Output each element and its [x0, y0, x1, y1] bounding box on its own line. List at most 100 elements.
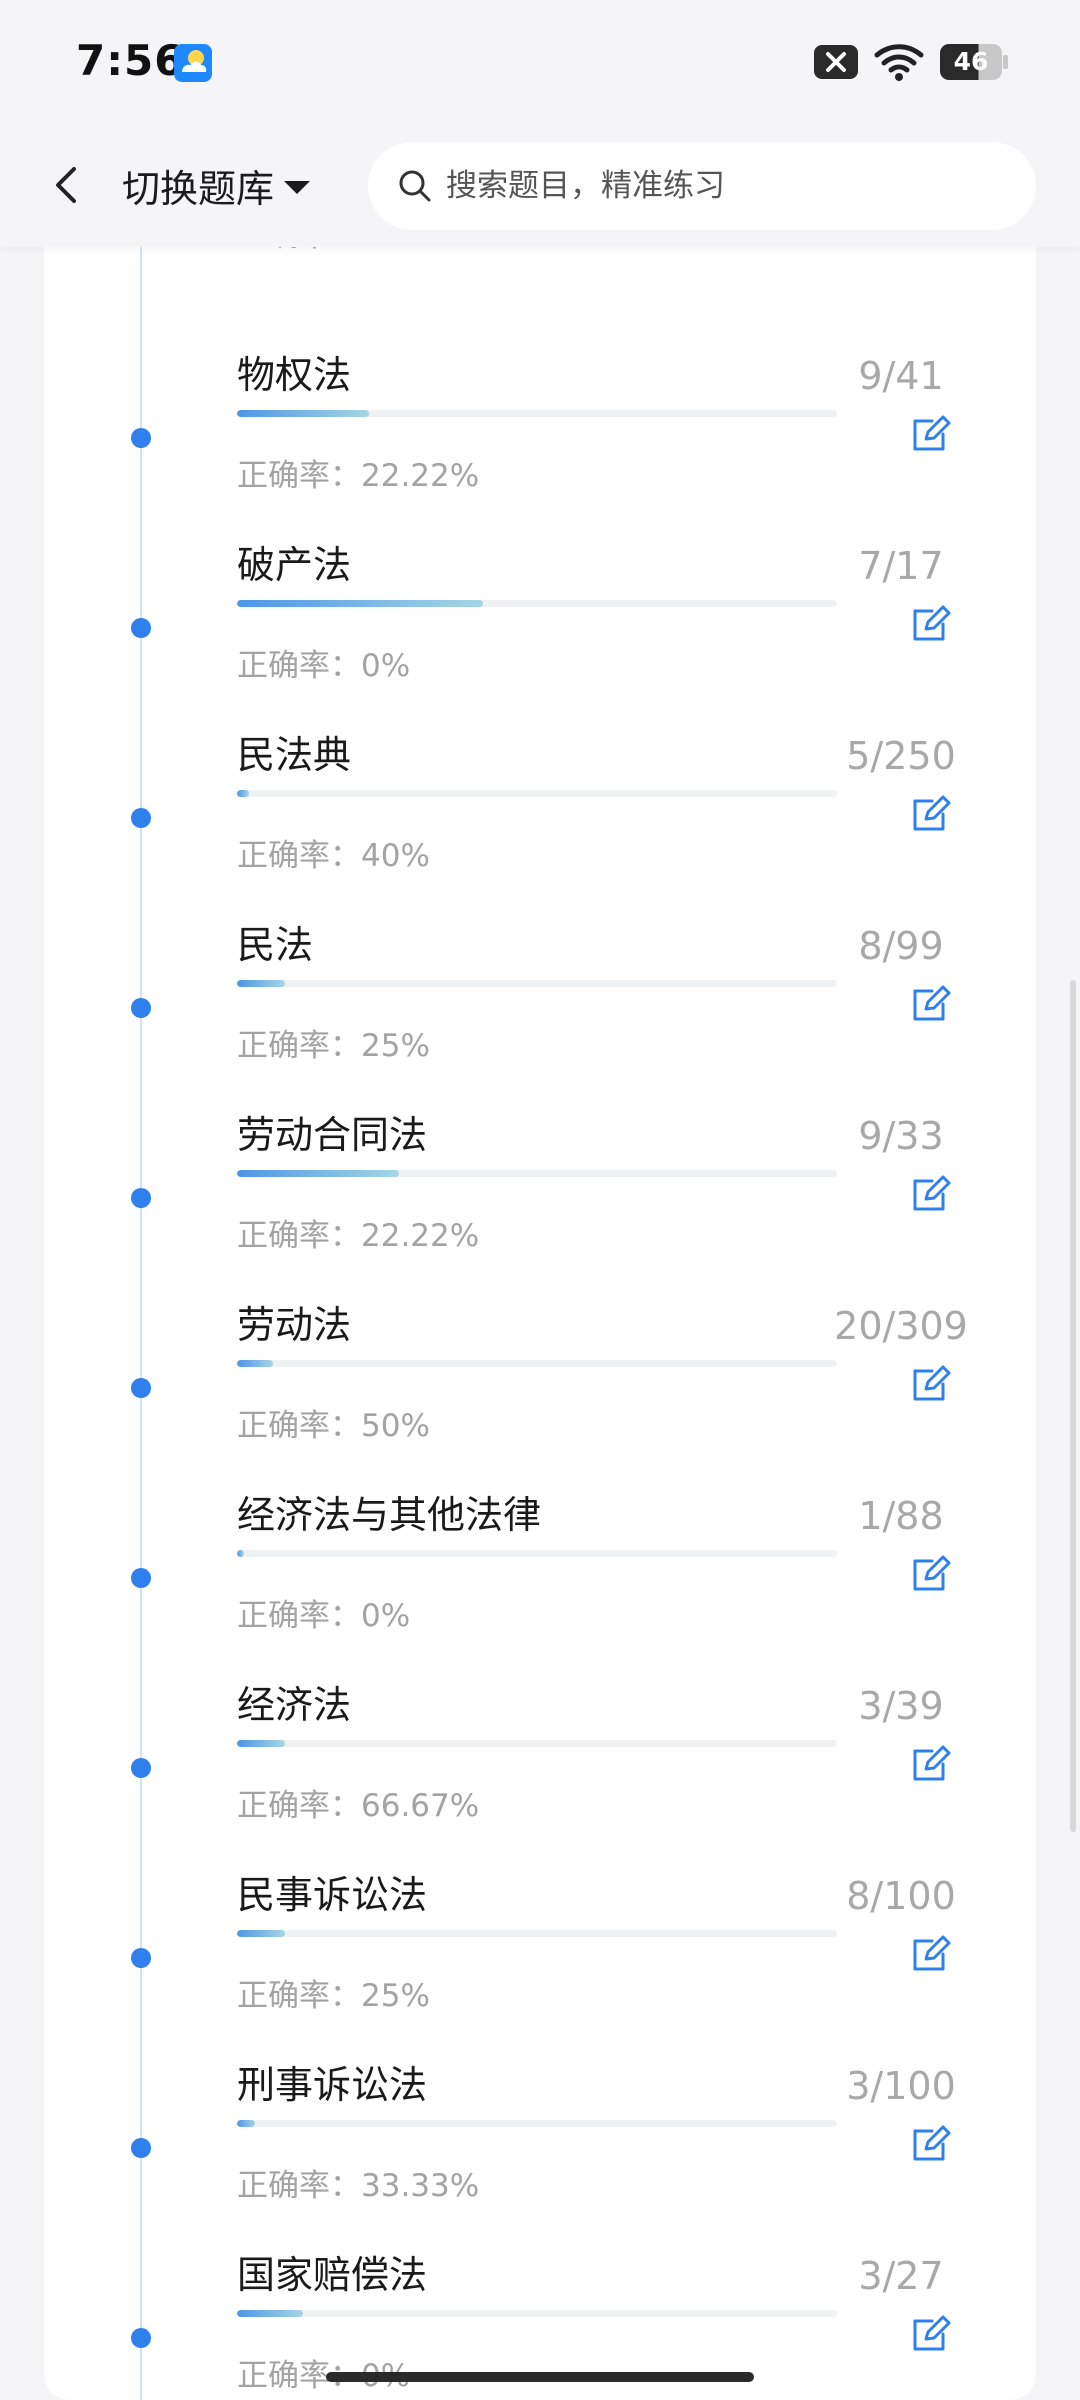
chapter-title: 民法典: [237, 733, 352, 777]
accuracy-line: 正确率：33.33%: [237, 2160, 479, 2205]
chapter-item[interactable]: 物权法 正确率：22.22% 9/41: [44, 344, 1036, 534]
search-bar[interactable]: [368, 142, 1036, 230]
accuracy-line: 正确率：66.67%: [237, 1780, 479, 1825]
progress-fill: [237, 410, 369, 417]
accuracy-line: 正确率：22.22%: [237, 1210, 479, 1255]
progress-fill: [237, 1170, 399, 1177]
status-bar: 7:56 46: [0, 0, 1080, 125]
scrollbar[interactable]: [1070, 980, 1076, 1832]
progress-bar: [237, 2120, 837, 2127]
edit-icon: [913, 1745, 951, 1781]
progress-bar: [237, 1740, 837, 1747]
timeline-dot: [131, 1188, 151, 1208]
progress-count: 8/100: [846, 1874, 956, 1918]
wifi-icon: [874, 42, 924, 82]
chapter-title: 经济法: [237, 1683, 352, 1727]
chapter-title: 经济法与其他法律: [237, 1493, 542, 1537]
edit-button[interactable]: [908, 790, 954, 836]
edit-button[interactable]: [908, 2310, 954, 2356]
search-icon: [399, 170, 431, 202]
chevron-left-icon: [56, 167, 76, 203]
chapter-item[interactable]: 经济法与其他法律 正确率：0% 1/88: [44, 1484, 1036, 1674]
notification-close-icon: [814, 45, 858, 79]
accuracy-label: 正确率：: [237, 1408, 361, 1444]
progress-count: 7/17: [858, 544, 944, 588]
edit-button[interactable]: [908, 1930, 954, 1976]
accuracy-line: 正确率：0%: [237, 640, 410, 685]
progress-fill: [237, 2120, 255, 2127]
edit-button[interactable]: [908, 1550, 954, 1596]
accuracy-label: 正确率：: [237, 1788, 361, 1824]
progress-fill: [237, 790, 249, 797]
edit-button[interactable]: [908, 980, 954, 1026]
chapter-item[interactable]: 民法 正确率：25% 8/99: [44, 914, 1036, 1104]
progress-count: 9/33: [858, 1114, 944, 1158]
progress-bar: [237, 600, 837, 607]
edit-button[interactable]: [908, 2120, 954, 2166]
status-time: 7:56: [76, 36, 185, 85]
progress-fill: [237, 1550, 245, 1557]
progress-fill: [237, 1360, 273, 1367]
timeline-dot: [131, 2328, 151, 2348]
accuracy-value: 66.67%: [361, 1788, 480, 1824]
accuracy-label: 正确率：: [237, 2168, 361, 2204]
edit-icon: [913, 795, 951, 831]
accuracy-line: 正确率：22.22%: [237, 450, 479, 495]
edit-button[interactable]: [908, 1170, 954, 1216]
progress-bar: [237, 410, 837, 417]
app-header: 切换题库: [0, 125, 1080, 247]
chapter-item[interactable]: 破产法 正确率：0% 7/17: [44, 534, 1036, 724]
timeline-dot: [131, 1758, 151, 1778]
progress-fill: [237, 1740, 285, 1747]
edit-button[interactable]: [908, 600, 954, 646]
home-indicator[interactable]: [326, 2372, 754, 2382]
progress-bar: [237, 2310, 837, 2317]
timeline-dot: [131, 808, 151, 828]
switch-question-bank-button[interactable]: 切换题库: [122, 155, 311, 215]
progress-bar: [237, 1360, 837, 1367]
edit-icon: [913, 1365, 951, 1401]
chapter-item[interactable]: 刑事诉讼法 正确率：33.33% 3/100: [44, 2054, 1036, 2244]
accuracy-label: 正确率：: [237, 1218, 361, 1254]
edit-icon: [913, 415, 951, 451]
timeline-dot: [131, 1948, 151, 1968]
progress-fill: [237, 980, 285, 987]
chapter-item[interactable]: 劳动法 正确率：50% 20/309: [44, 1294, 1036, 1484]
chapter-title: 物权法: [237, 353, 352, 397]
progress-count: 9/41: [858, 354, 944, 398]
accuracy-label: 正确率：: [237, 1978, 361, 2014]
search-input[interactable]: [444, 167, 1008, 205]
progress-count: 8/99: [858, 924, 944, 968]
chapter-title: 刑事诉讼法: [237, 2063, 428, 2107]
progress-bar: [237, 1170, 837, 1177]
progress-count: 3/39: [858, 1684, 944, 1728]
edit-icon: [913, 2125, 951, 2161]
chapter-item[interactable]: 经济法 正确率：66.67% 3/39: [44, 1674, 1036, 1864]
progress-count: 20/309: [834, 1304, 968, 1348]
accuracy-value: 50%: [361, 1408, 430, 1444]
progress-count: 3/27: [858, 2254, 944, 2298]
progress-bar: [237, 1930, 837, 1937]
battery-indicator: 46: [940, 44, 1008, 80]
back-button[interactable]: [36, 153, 100, 217]
progress-bar: [237, 980, 837, 987]
progress-fill: [237, 600, 483, 607]
edit-button[interactable]: [908, 410, 954, 456]
progress-bar: [237, 1550, 837, 1557]
chapter-item[interactable]: 民事诉讼法 正确率：25% 8/100: [44, 1864, 1036, 2054]
progress-count: 1/88: [858, 1494, 944, 1538]
edit-icon: [913, 985, 951, 1021]
edit-icon: [913, 1175, 951, 1211]
timeline-dot: [131, 618, 151, 638]
progress-count: 5/250: [846, 734, 956, 778]
accuracy-value: 0%: [361, 1598, 411, 1634]
chapter-item[interactable]: 劳动合同法 正确率：22.22% 9/33: [44, 1104, 1036, 1294]
chapter-title: 国家赔偿法: [237, 2253, 428, 2297]
accuracy-line: 正确率：40%: [237, 830, 430, 875]
edit-button[interactable]: [908, 1740, 954, 1786]
chapter-item[interactable]: 民法典 正确率：40% 5/250: [44, 724, 1036, 914]
accuracy-value: 40%: [361, 838, 430, 874]
timeline-dot: [131, 428, 151, 448]
edit-button[interactable]: [908, 1360, 954, 1406]
caret-down-icon: [284, 180, 311, 194]
